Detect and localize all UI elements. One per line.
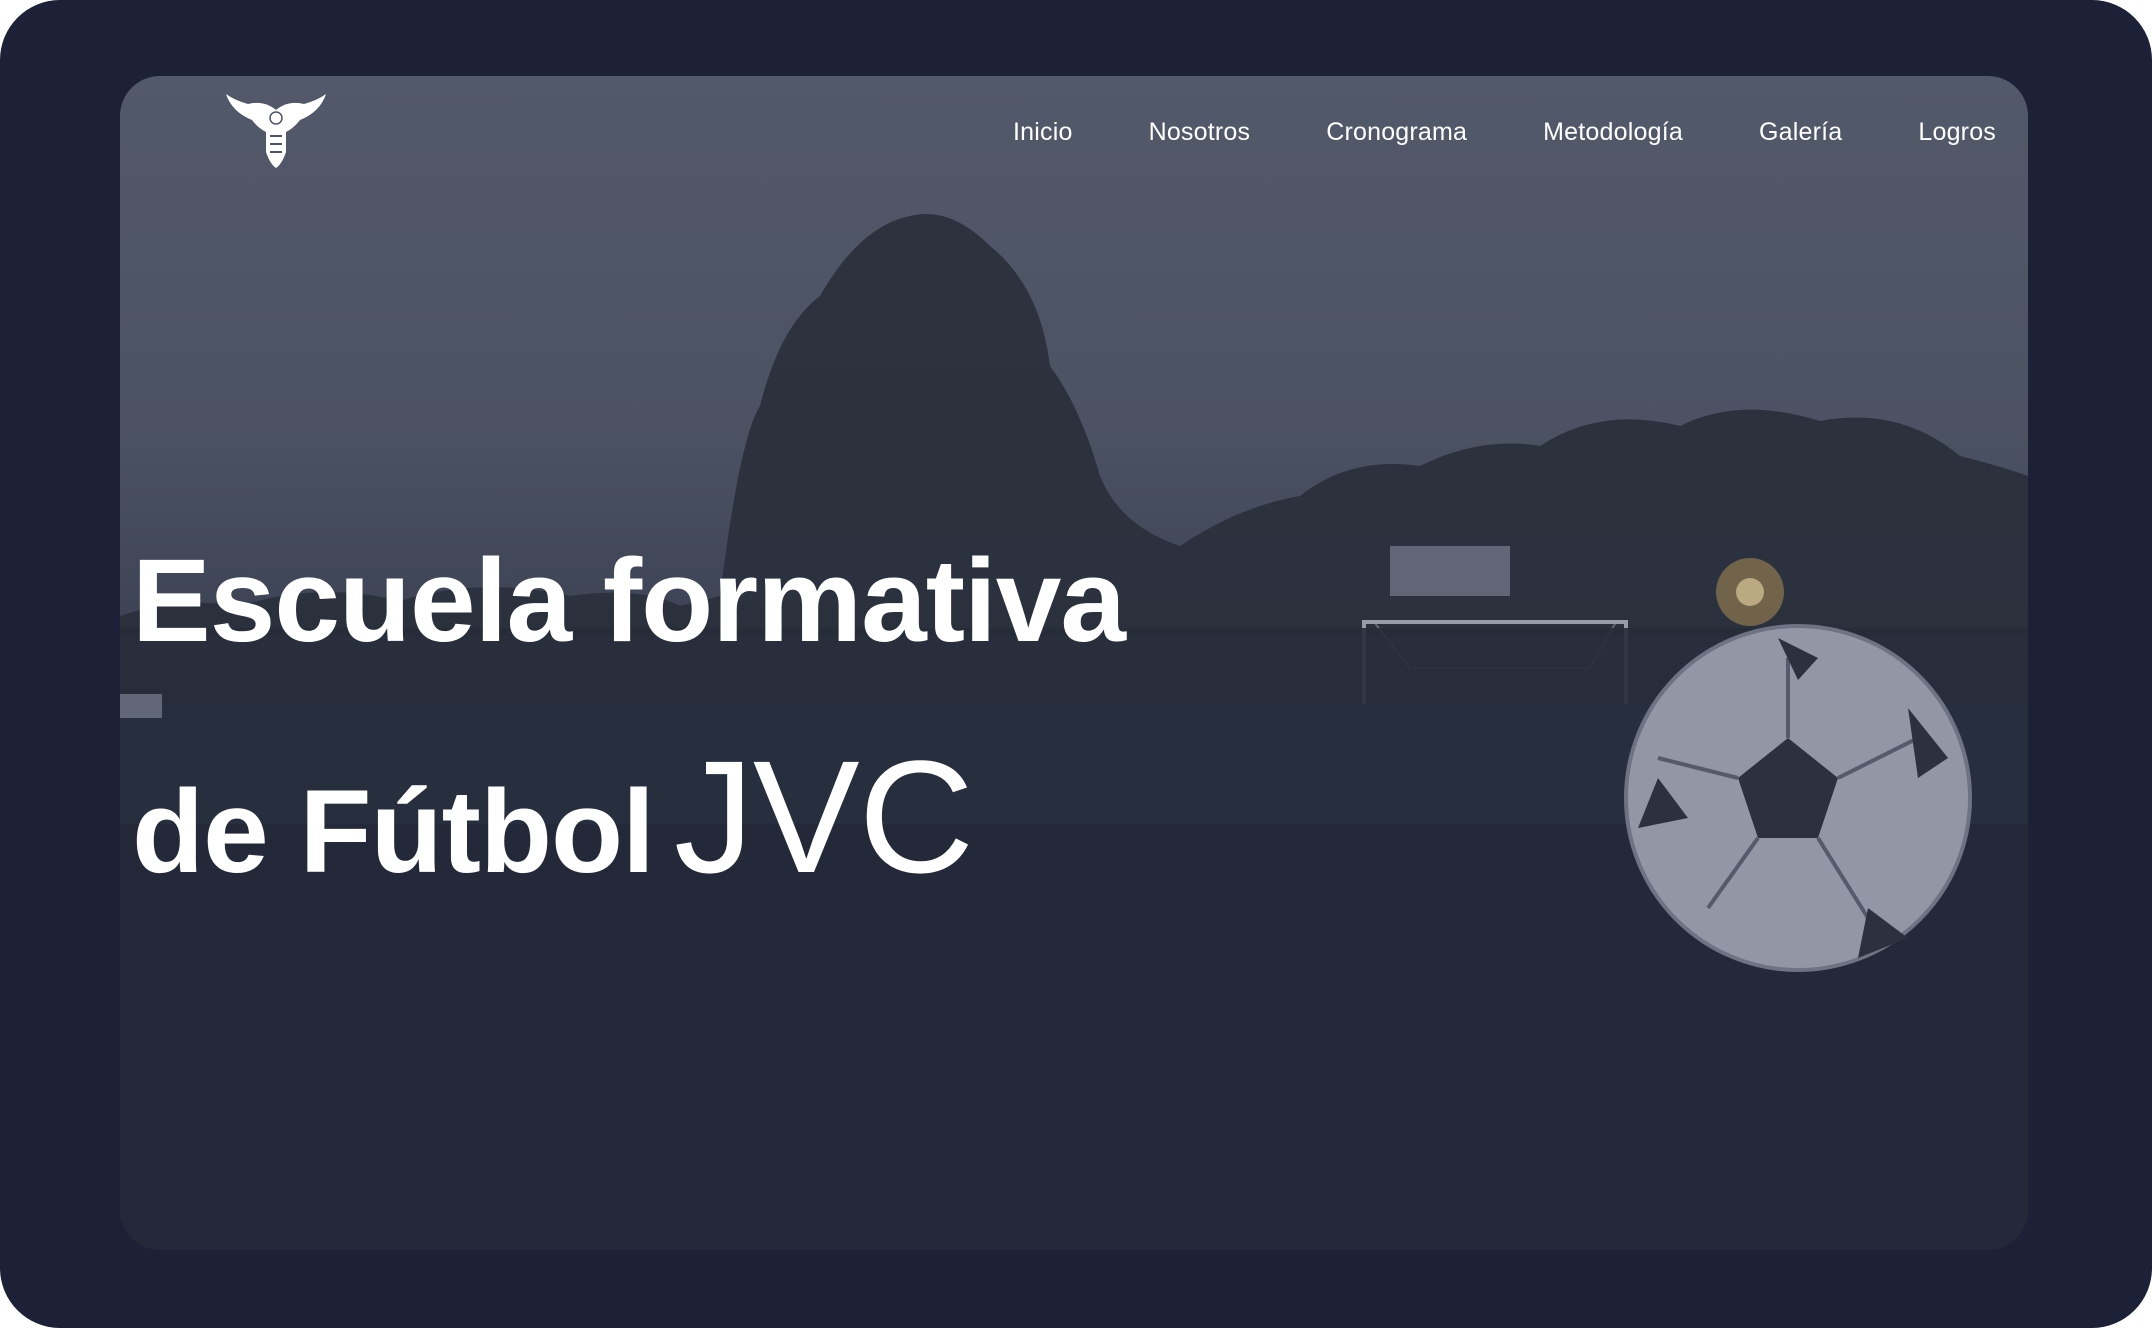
nav-item-inicio[interactable]: Inicio [1013, 118, 1073, 147]
hero-title-prefix: de Fútbol [132, 766, 655, 898]
hero-title-brand: JVC [673, 727, 974, 906]
nav-item-nosotros[interactable]: Nosotros [1149, 118, 1251, 147]
main-navigation: Inicio Nosotros Cronograma Metodología G… [937, 118, 1996, 147]
nav-item-galeria[interactable]: Galería [1759, 118, 1842, 147]
device-frame: Inicio Nosotros Cronograma Metodología G… [0, 0, 2152, 1328]
nav-item-metodologia[interactable]: Metodología [1543, 118, 1683, 147]
nav-item-cronograma[interactable]: Cronograma [1326, 118, 1467, 147]
eagle-logo-icon[interactable] [224, 94, 328, 168]
hero-title-line1: Escuela formativa [132, 535, 1126, 667]
hero-title-line2: de Fútbol JVC [132, 737, 1125, 897]
hero-section: Inicio Nosotros Cronograma Metodología G… [120, 76, 2028, 1250]
hero-title: Escuela formativa de Fútbol JVC [132, 535, 1126, 897]
nav-item-logros[interactable]: Logros [1918, 118, 1996, 147]
